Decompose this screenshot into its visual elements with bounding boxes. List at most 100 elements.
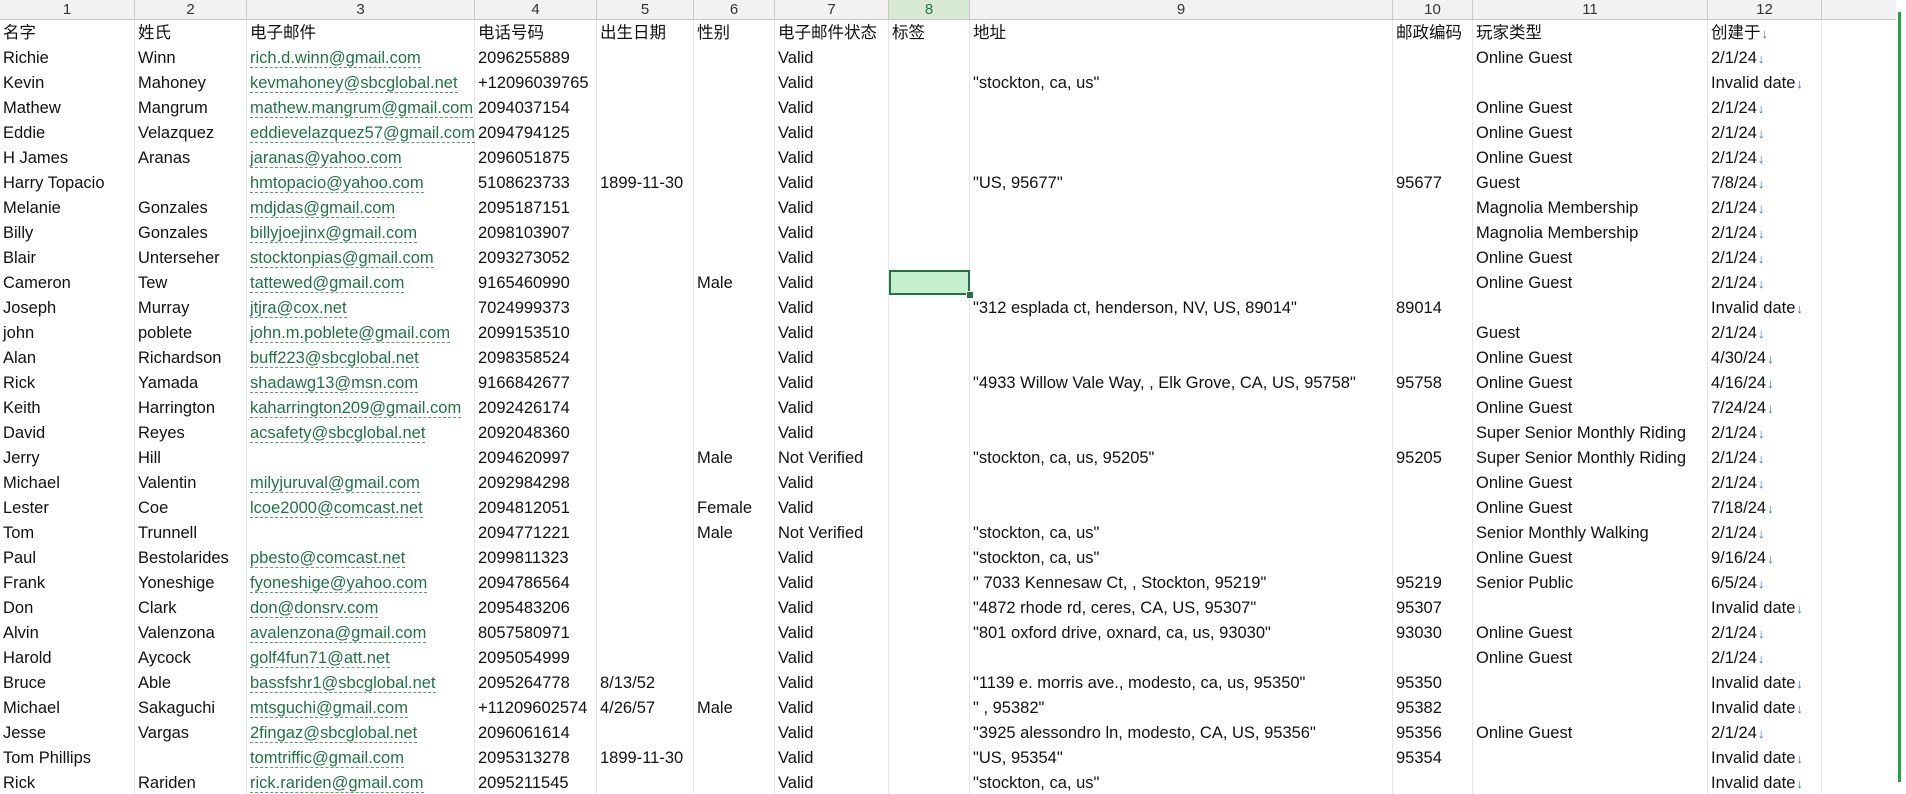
cell-tag[interactable] (889, 370, 970, 395)
column-header-11[interactable]: 11 (1473, 0, 1708, 19)
header-tag[interactable]: 标签 (889, 20, 970, 45)
cell-created[interactable]: Invalid date↓ (1708, 770, 1822, 794)
cell-zip[interactable] (1393, 420, 1473, 445)
cell-type[interactable]: Online Guest (1473, 95, 1708, 120)
cell-type[interactable]: Online Guest (1473, 395, 1708, 420)
cell-last[interactable]: Yamada (135, 370, 247, 395)
cell-email[interactable]: buff223@sbcglobal.net (247, 345, 475, 370)
cell-first[interactable]: Eddie (0, 120, 135, 145)
cell-type[interactable]: Online Guest (1473, 470, 1708, 495)
cell-email[interactable]: bassfshr1@sbcglobal.net (247, 670, 475, 695)
cell-first[interactable]: Michael (0, 470, 135, 495)
cell-type[interactable]: Super Senior Monthly Riding (1473, 445, 1708, 470)
cell-phone[interactable]: 2095264778 (475, 670, 597, 695)
cell-email[interactable]: golf4fun71@att.net (247, 645, 475, 670)
cell-email[interactable]: stocktonpias@gmail.com (247, 245, 475, 270)
cell-address[interactable]: "US, 95354" (970, 745, 1393, 770)
cell-type[interactable] (1473, 745, 1708, 770)
cell-first[interactable]: Don (0, 595, 135, 620)
cell-type[interactable]: Senior Public (1473, 570, 1708, 595)
cell-gender[interactable] (694, 170, 775, 195)
cell-last[interactable]: Tew (135, 270, 247, 295)
cell-type[interactable]: Online Guest (1473, 645, 1708, 670)
cell-zip[interactable] (1393, 95, 1473, 120)
cell-created[interactable]: Invalid date↓ (1708, 670, 1822, 695)
cell-last[interactable]: Velazquez (135, 120, 247, 145)
cell-created[interactable]: 2/1/24↓ (1708, 445, 1822, 470)
cell-tag[interactable] (889, 595, 970, 620)
cell-created[interactable]: 2/1/24↓ (1708, 195, 1822, 220)
cell-zip[interactable] (1393, 245, 1473, 270)
cell-address[interactable]: "4872 rhode rd, ceres, CA, US, 95307" (970, 595, 1393, 620)
cell-first[interactable]: Bruce (0, 670, 135, 695)
column-header-7[interactable]: 7 (775, 0, 889, 19)
cell-gender[interactable] (694, 120, 775, 145)
cell-last[interactable]: Aranas (135, 145, 247, 170)
header-dob[interactable]: 出生日期 (597, 20, 694, 45)
cell-gender[interactable] (694, 295, 775, 320)
header-first[interactable]: 名字 (0, 20, 135, 45)
header-phone[interactable]: 电话号码 (475, 20, 597, 45)
cell-address[interactable]: "312 esplada ct, henderson, NV, US, 8901… (970, 295, 1393, 320)
cell-email[interactable]: shadawg13@msn.com (247, 370, 475, 395)
column-header-10[interactable]: 10 (1393, 0, 1473, 19)
cell-gender[interactable] (694, 745, 775, 770)
cell-created[interactable]: 4/30/24↓ (1708, 345, 1822, 370)
cell-tag[interactable] (889, 670, 970, 695)
column-header-2[interactable]: 2 (135, 0, 247, 19)
cell-tag[interactable] (889, 570, 970, 595)
cell-gender[interactable] (694, 720, 775, 745)
cell-gender[interactable] (694, 420, 775, 445)
cell-gender[interactable] (694, 45, 775, 70)
cell-tag[interactable] (889, 720, 970, 745)
column-header-1[interactable]: 1 (0, 0, 135, 19)
cell-email[interactable]: tattewed@gmail.com (247, 270, 475, 295)
column-header-12[interactable]: 12 (1708, 0, 1822, 19)
cell-email[interactable]: jaranas@yahoo.com (247, 145, 475, 170)
cell-gender[interactable] (694, 245, 775, 270)
cell-address[interactable]: "801 oxford drive, oxnard, ca, us, 93030… (970, 620, 1393, 645)
cell-type[interactable]: Online Guest (1473, 620, 1708, 645)
cell-last[interactable]: Gonzales (135, 220, 247, 245)
cell-created[interactable]: 2/1/24↓ (1708, 95, 1822, 120)
cell-last[interactable]: Bestolarides (135, 545, 247, 570)
cell-gender[interactable] (694, 545, 775, 570)
cell-gender[interactable] (694, 770, 775, 794)
cell-dob[interactable] (597, 445, 694, 470)
cell-last[interactable]: Mahoney (135, 70, 247, 95)
cell-created[interactable]: 2/1/24↓ (1708, 470, 1822, 495)
cell-first[interactable]: Keith (0, 395, 135, 420)
cell-type[interactable]: Guest (1473, 170, 1708, 195)
cell-gender[interactable]: Female (694, 495, 775, 520)
cell-tag[interactable] (889, 170, 970, 195)
cell-address[interactable]: "4933 Willow Vale Way, , Elk Grove, CA, … (970, 370, 1393, 395)
header-email[interactable]: 电子邮件 (247, 20, 475, 45)
cell-last[interactable]: Valentin (135, 470, 247, 495)
cell-email[interactable]: pbesto@comcast.net (247, 545, 475, 570)
cell-gender[interactable] (694, 70, 775, 95)
cell-type[interactable]: Online Guest (1473, 145, 1708, 170)
cell-zip[interactable] (1393, 520, 1473, 545)
cell-created[interactable]: 4/16/24↓ (1708, 370, 1822, 395)
cell-type[interactable]: Online Guest (1473, 545, 1708, 570)
cell-zip[interactable] (1393, 220, 1473, 245)
header-zip[interactable]: 邮政编码 (1393, 20, 1473, 45)
cell-created[interactable]: 7/24/24↓ (1708, 395, 1822, 420)
cell-email[interactable]: mtsguchi@gmail.com (247, 695, 475, 720)
cell-first[interactable]: H James (0, 145, 135, 170)
cell-type[interactable] (1473, 295, 1708, 320)
cell-type[interactable]: Magnolia Membership (1473, 220, 1708, 245)
cell-first[interactable]: Tom (0, 520, 135, 545)
cell-last[interactable]: poblete (135, 320, 247, 345)
cell-first[interactable]: Paul (0, 545, 135, 570)
cell-created[interactable]: 2/1/24↓ (1708, 620, 1822, 645)
cell-email[interactable]: john.m.poblete@gmail.com (247, 320, 475, 345)
cell-zip[interactable] (1393, 545, 1473, 570)
cell-email[interactable]: hmtopacio@yahoo.com (247, 170, 475, 195)
cell-last[interactable]: Gonzales (135, 195, 247, 220)
cell-first[interactable]: Harold (0, 645, 135, 670)
column-header-9[interactable]: 9 (970, 0, 1393, 19)
cell-created[interactable]: 2/1/24↓ (1708, 645, 1822, 670)
cell-created[interactable]: Invalid date↓ (1708, 70, 1822, 95)
cell-last[interactable]: Valenzona (135, 620, 247, 645)
